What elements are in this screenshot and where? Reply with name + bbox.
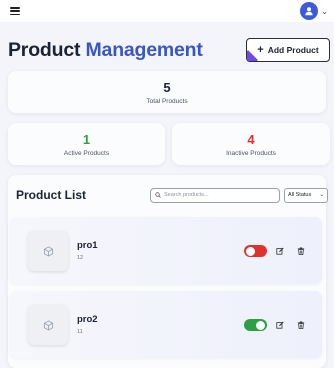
- search-input[interactable]: [164, 192, 274, 198]
- top-bar: ⌄: [0, 0, 334, 22]
- total-products-value: 5: [163, 79, 171, 95]
- page-header: Product Management + Add Product: [8, 36, 330, 64]
- inactive-products-card: 4 Inactive Products: [172, 123, 330, 165]
- edit-icon[interactable]: [275, 246, 285, 256]
- active-products-label: Active Products: [63, 149, 110, 157]
- product-name: pro1: [77, 240, 98, 251]
- add-product-label: Add Product: [267, 45, 319, 55]
- status-filter-select[interactable]: All Status ⌄: [284, 187, 328, 203]
- user-icon[interactable]: [300, 2, 319, 20]
- user-menu[interactable]: ⌄: [300, 2, 328, 20]
- product-row: pro2 11: [10, 291, 322, 358]
- status-toggle[interactable]: [244, 319, 267, 331]
- hamburger-icon[interactable]: [10, 7, 20, 15]
- box-icon: [28, 305, 68, 345]
- product-list-header: Product List All Status ⌄: [16, 187, 328, 203]
- product-list-title: Product List: [16, 188, 87, 202]
- product-row: pro1 12: [10, 217, 322, 284]
- trash-icon[interactable]: [296, 246, 306, 256]
- total-products-label: Total Products: [146, 97, 188, 105]
- chevron-down-icon[interactable]: ⌄: [321, 7, 328, 16]
- chevron-down-icon: ⌄: [319, 192, 324, 198]
- inactive-products-value: 4: [247, 131, 255, 147]
- edit-icon[interactable]: [275, 320, 285, 330]
- page-title-part2: Management: [85, 38, 203, 61]
- status-toggle[interactable]: [244, 245, 267, 257]
- box-icon: [28, 231, 68, 271]
- add-product-button[interactable]: + Add Product: [246, 38, 330, 62]
- list-controls: All Status ⌄: [150, 187, 328, 203]
- active-products-card: 1 Active Products: [8, 123, 165, 165]
- product-quantity: 11: [77, 329, 83, 335]
- search-icon: [155, 192, 161, 198]
- product-quantity: 12: [77, 255, 84, 261]
- trash-icon[interactable]: [296, 320, 306, 330]
- active-products-value: 1: [82, 131, 91, 147]
- inactive-products-label: Inactive Products: [226, 149, 276, 157]
- total-products-card: 5 Total Products: [8, 71, 326, 113]
- page-title: Product Management: [8, 39, 203, 62]
- button-corner-accent: [247, 50, 258, 61]
- page-title-part1: Product: [8, 38, 81, 61]
- plus-icon: +: [257, 44, 264, 56]
- product-name: pro2: [77, 314, 98, 325]
- search-box[interactable]: [150, 187, 280, 203]
- status-filter-value: All Status: [288, 192, 312, 198]
